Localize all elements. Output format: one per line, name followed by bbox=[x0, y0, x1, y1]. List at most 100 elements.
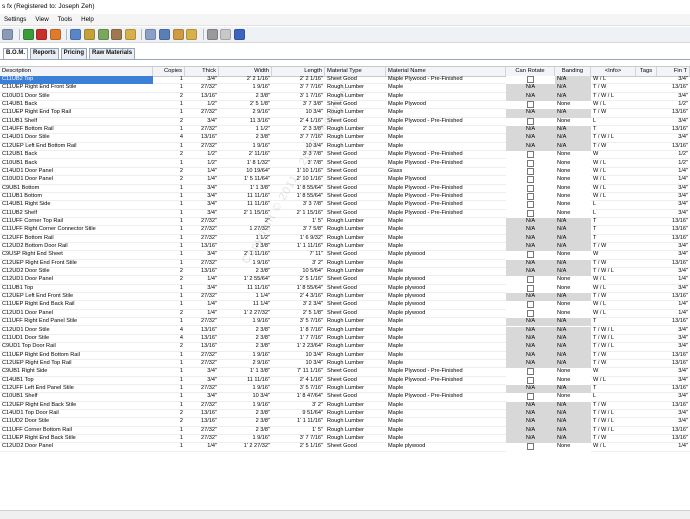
cell-description[interactable]: C12UEP Right End Top Rail bbox=[0, 360, 153, 368]
table-row[interactable]: C11UFF Right End Panel Stile 1 27/32" 1 9/1… bbox=[0, 318, 690, 327]
cell-length[interactable]: 3' 3 7/8" bbox=[272, 201, 325, 209]
cell-info[interactable]: T bbox=[591, 126, 636, 134]
cell-thick[interactable]: 3/4" bbox=[185, 201, 219, 209]
cell-material-type[interactable]: Rough Lumber bbox=[325, 410, 386, 418]
cell-banding[interactable]: N/A bbox=[555, 126, 591, 135]
tools-icon[interactable] bbox=[145, 29, 157, 40]
cell-fin-t[interactable]: 13/16" bbox=[657, 402, 690, 410]
cell-material-name[interactable]: Maple plywood bbox=[386, 310, 506, 318]
cell-banding[interactable]: None bbox=[555, 117, 591, 127]
cell-tags[interactable] bbox=[636, 310, 657, 318]
cell-material-name[interactable]: Maple Plywood - Pre-Finished bbox=[386, 118, 506, 126]
cell-description[interactable]: C10UD1 Door Stile bbox=[0, 93, 153, 101]
cell-length[interactable]: 1' 8 55/64" bbox=[272, 285, 325, 293]
cell-banding[interactable]: None bbox=[555, 101, 591, 110]
table-row[interactable]: C9UB1 Bottom 1 3/4" 1' 1 3/8" 1' 8 55/64" She… bbox=[0, 184, 690, 193]
column-header-material-type[interactable]: Material Type bbox=[325, 67, 386, 76]
can-rotate-checkbox[interactable] bbox=[527, 251, 534, 259]
cell-fin-t[interactable]: 3/4" bbox=[657, 268, 690, 276]
cell-copies[interactable]: 1 bbox=[153, 427, 185, 435]
cell-description[interactable]: C11UFF Right Corner Connector Stile bbox=[0, 226, 153, 234]
cell-width[interactable]: 1 27/32" bbox=[219, 226, 272, 234]
cell-tags[interactable] bbox=[636, 385, 657, 393]
cell-thick[interactable]: 13/16" bbox=[185, 243, 219, 251]
table-row[interactable]: C10UB1 Back 1 1/2" 1' 8 1/32" 3' 7/8" Sheet G… bbox=[0, 159, 690, 168]
truck-icon[interactable] bbox=[206, 29, 218, 40]
cell-description[interactable]: C12UD1 Door Panel bbox=[0, 310, 153, 318]
cell-material-type[interactable]: Rough Lumber bbox=[325, 143, 386, 151]
cell-copies[interactable]: 1 bbox=[153, 393, 185, 401]
cell-width[interactable]: 2 3/8" bbox=[219, 134, 272, 142]
cell-thick[interactable]: 1/4" bbox=[185, 443, 219, 451]
cell-fin-t[interactable]: 3/4" bbox=[657, 418, 690, 426]
cell-fin-t[interactable]: 3/4" bbox=[657, 410, 690, 418]
cell-banding[interactable]: None bbox=[555, 368, 591, 377]
cell-material-type[interactable]: Rough Lumber bbox=[325, 218, 386, 226]
edit-icon[interactable] bbox=[49, 29, 61, 40]
table-row[interactable]: C12UB1 Back 2 1/2" 2' 11/16" 3' 3 7/8" Sheet … bbox=[0, 151, 690, 160]
cell-material-type[interactable]: Sheet Good bbox=[325, 210, 386, 218]
cell-material-name[interactable]: Maple bbox=[386, 235, 506, 243]
cell-material-type[interactable]: Rough Lumber bbox=[325, 126, 386, 134]
cell-banding[interactable]: N/A bbox=[555, 410, 591, 419]
cell-banding[interactable]: N/A bbox=[555, 401, 591, 410]
table-row[interactable]: C11UB1 Bottom 1 3/4" 11 11/16" 1' 8 55/64" Sh… bbox=[0, 192, 690, 202]
cell-copies[interactable]: 1 bbox=[153, 385, 185, 393]
cell-banding[interactable]: None bbox=[555, 309, 591, 319]
cell-description[interactable]: C11UEP Right End Top Rail bbox=[0, 109, 153, 117]
cell-length[interactable]: 2' 5 1/16" bbox=[272, 276, 325, 284]
cell-description[interactable]: C12UD1 Door Stile bbox=[0, 327, 153, 335]
lock-icon[interactable] bbox=[186, 29, 198, 40]
cell-material-type[interactable]: Rough Lumber bbox=[325, 318, 386, 326]
cell-banding[interactable]: N/A bbox=[555, 234, 591, 243]
table-row[interactable]: C12UD1 Door Panel 2 1/4" 1' 2 27/32" 2' 5 1/… bbox=[0, 309, 690, 319]
cell-length[interactable]: 3' 2 3/4" bbox=[272, 301, 325, 309]
cell-material-name[interactable]: Maple bbox=[386, 385, 506, 393]
can-rotate-checkbox[interactable] bbox=[527, 117, 534, 125]
cell-thick[interactable]: 27/32" bbox=[185, 218, 219, 226]
cell-material-name[interactable]: Maple Plywood - Pre-Finished bbox=[386, 185, 506, 193]
table-row[interactable]: C9USP Right End Sheet 1 3/4" 2' 1 11/16" 7' … bbox=[0, 251, 690, 260]
can-rotate-checkbox[interactable] bbox=[527, 284, 534, 292]
cell-length[interactable]: 3' 2" bbox=[272, 402, 325, 410]
cell-copies[interactable]: 1 bbox=[153, 368, 185, 376]
cell-thick[interactable]: 3/4" bbox=[185, 185, 219, 193]
import-icon[interactable] bbox=[70, 29, 82, 40]
can-rotate-checkbox[interactable] bbox=[527, 309, 534, 317]
cell-length[interactable]: 1' 10 1/16" bbox=[272, 168, 325, 176]
cell-length[interactable]: 1' 8 7/16" bbox=[272, 327, 325, 335]
cell-info[interactable]: T / W / L bbox=[591, 418, 636, 426]
cell-banding[interactable]: N/A bbox=[555, 326, 591, 335]
cell-banding[interactable]: None bbox=[555, 301, 591, 310]
cell-banding[interactable]: N/A bbox=[555, 243, 591, 252]
cell-material-name[interactable]: Maple bbox=[386, 427, 506, 435]
cell-material-name[interactable]: Maple bbox=[386, 268, 506, 276]
cell-banding[interactable]: N/A bbox=[555, 426, 591, 436]
label-icon[interactable] bbox=[220, 29, 232, 40]
cell-tags[interactable] bbox=[636, 101, 657, 109]
cell-material-type[interactable]: Sheet Good bbox=[325, 151, 386, 159]
cell-width[interactable]: 1 1/2" bbox=[219, 126, 272, 134]
cell-material-type[interactable]: Sheet Good bbox=[325, 76, 386, 84]
cell-thick[interactable]: 27/32" bbox=[185, 143, 219, 151]
cell-info[interactable]: T / W bbox=[591, 402, 636, 410]
cell-material-type[interactable]: Sheet Good bbox=[325, 393, 386, 401]
cell-material-type[interactable]: Rough Lumber bbox=[325, 109, 386, 117]
cell-length[interactable]: 2' 2 1/16" bbox=[272, 76, 325, 84]
cell-copies[interactable]: 4 bbox=[153, 134, 185, 142]
cell-material-name[interactable]: Maple Plywood - Pre-Finished bbox=[386, 160, 506, 168]
table-row[interactable]: C12UFF Bottom Rail 1 27/32" 1 1/2" 1' 6 9/32… bbox=[0, 234, 690, 243]
cell-info[interactable]: W / L bbox=[591, 443, 636, 451]
menu-settings[interactable]: Settings bbox=[4, 16, 26, 23]
cell-width[interactable]: 2 3/8" bbox=[219, 335, 272, 343]
export-icon[interactable] bbox=[83, 29, 95, 40]
table-row[interactable]: C11UD1 Door Stile 4 13/16" 2 3/8" 1' 7 7/16"… bbox=[0, 334, 690, 344]
cell-thick[interactable]: 3/4" bbox=[185, 285, 219, 293]
cell-can-rotate[interactable]: N/A bbox=[506, 351, 555, 360]
cell-description[interactable]: C14UD1 Door Panel bbox=[0, 168, 153, 176]
cell-material-name[interactable]: Maple Plywood - Pre-Finished bbox=[386, 210, 506, 218]
cell-info[interactable]: T bbox=[591, 385, 636, 393]
cell-length[interactable]: 3' 7 7/16" bbox=[272, 134, 325, 142]
cell-material-name[interactable]: Maple Plywood - Pre-Finished bbox=[386, 193, 506, 201]
cell-tags[interactable] bbox=[636, 210, 657, 218]
